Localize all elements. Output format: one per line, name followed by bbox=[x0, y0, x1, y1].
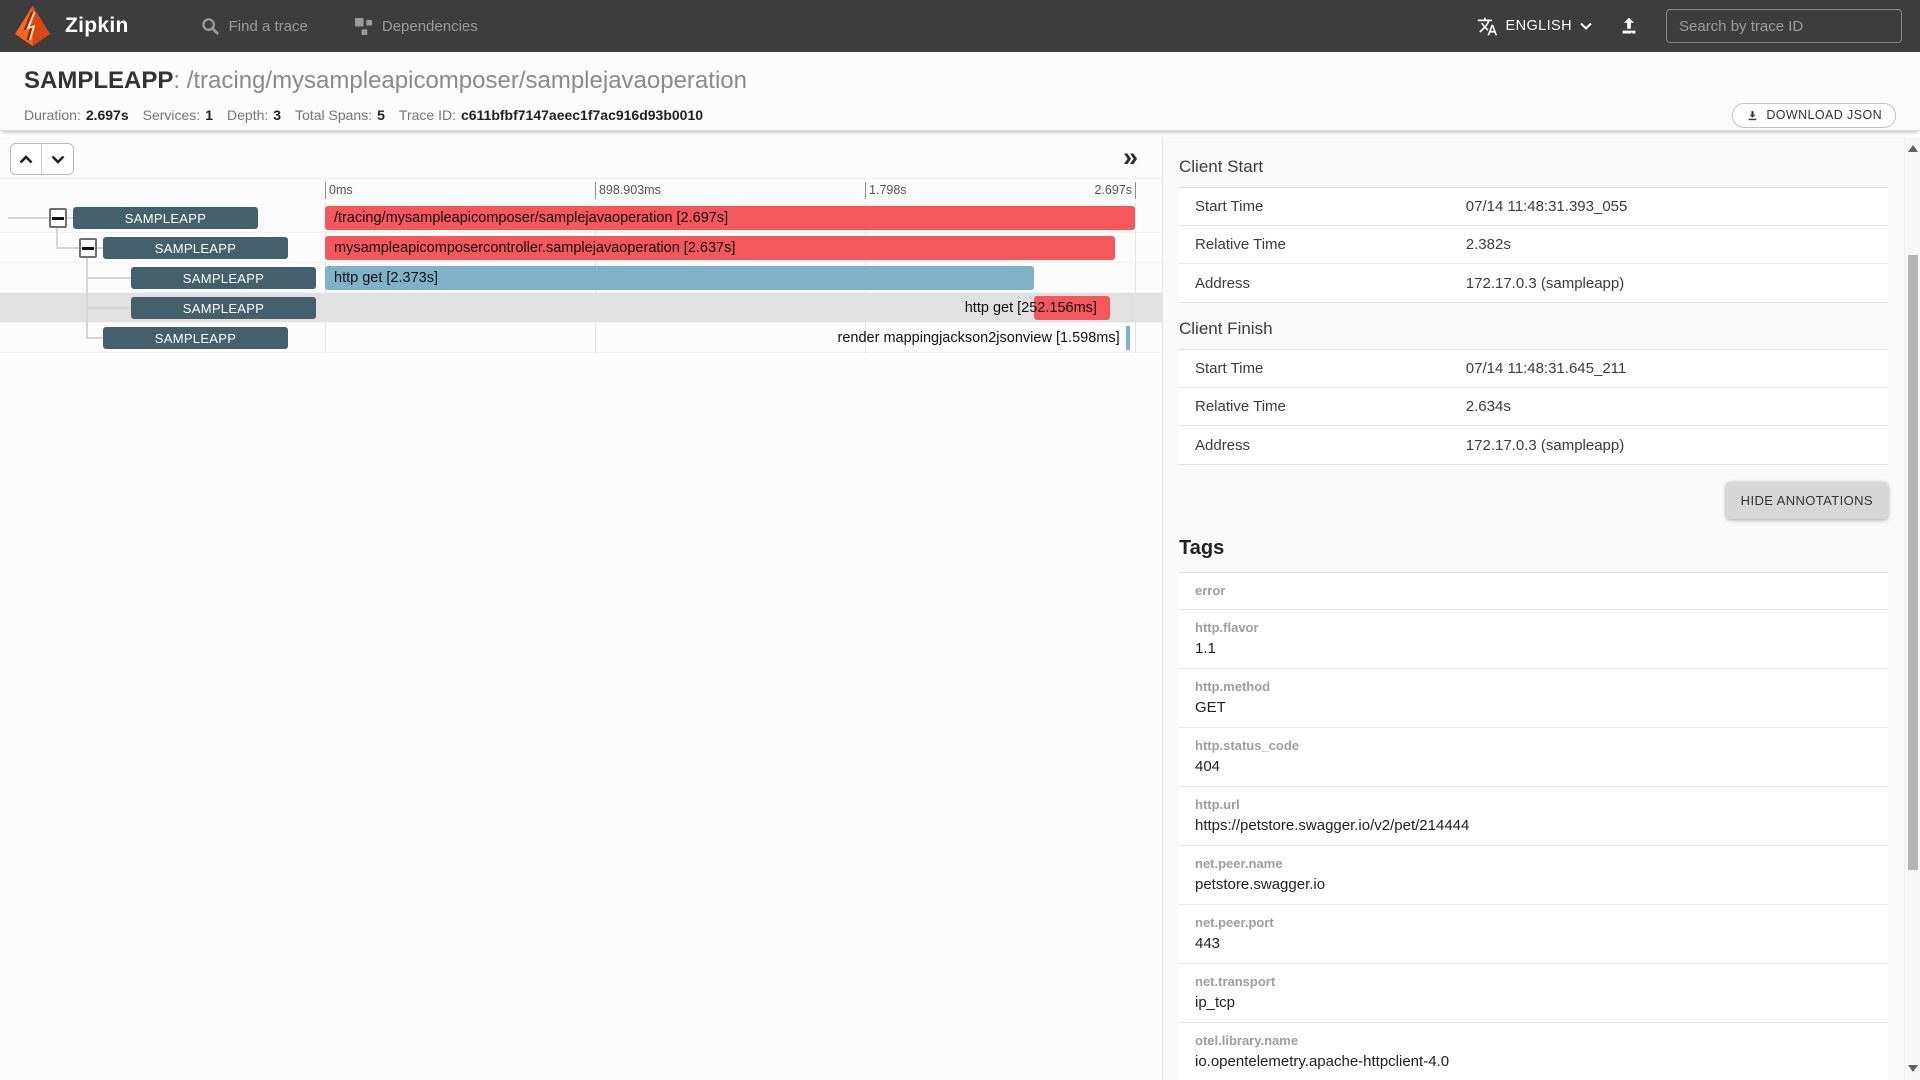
prev-span-button[interactable] bbox=[11, 144, 42, 174]
tag-row: error bbox=[1179, 573, 1888, 610]
collapse-toggle-icon[interactable] bbox=[79, 238, 97, 258]
title-service-name: SAMPLEAPP bbox=[24, 67, 173, 94]
chevron-down-icon bbox=[1580, 22, 1592, 30]
span-row[interactable]: SAMPLEAPP mysampleapicomposercontroller.… bbox=[0, 233, 1162, 263]
detail-row: Relative Time2.382s bbox=[1179, 226, 1888, 264]
brand-name: Zipkin bbox=[65, 14, 129, 38]
collapse-toggle-icon[interactable] bbox=[49, 208, 67, 228]
service-badge[interactable]: SAMPLEAPP bbox=[103, 327, 288, 349]
timeline-ruler: 0ms 898.903ms 1.798s 2.697s bbox=[0, 179, 1162, 203]
nav-find-a-trace[interactable]: Find a trace bbox=[201, 17, 308, 36]
service-badge[interactable]: SAMPLEAPP bbox=[131, 297, 316, 319]
stat-services: Services:1 bbox=[143, 107, 213, 123]
nav-dependencies-label: Dependencies bbox=[382, 18, 478, 35]
tag-row: net.peer.namepetstore.swagger.io bbox=[1179, 846, 1888, 905]
search-icon bbox=[201, 17, 220, 36]
nav-dependencies[interactable]: Dependencies bbox=[354, 17, 478, 36]
client-start-card: Start Time07/14 11:48:31.393_055 Relativ… bbox=[1179, 187, 1888, 303]
tag-row: http.status_code404 bbox=[1179, 728, 1888, 787]
detail-row: Address172.17.0.3 (sampleapp) bbox=[1179, 426, 1888, 464]
trace-stats-bar: Duration:2.697s Services:1 Depth:3 Total… bbox=[0, 104, 1920, 131]
upload-icon[interactable] bbox=[1618, 15, 1640, 37]
next-span-button[interactable] bbox=[42, 144, 73, 174]
span-row-selected[interactable]: SAMPLEAPP http get [252.156ms] bbox=[0, 293, 1162, 323]
span-bar[interactable]: mysampleapicomposercontroller.samplejava… bbox=[325, 236, 1115, 260]
stat-trace-id: Trace ID:c611bfbf7147aeec1f7ac916d93b001… bbox=[399, 107, 703, 123]
span-rows: SAMPLEAPP /tracing/mysampleapicomposer/s… bbox=[0, 203, 1162, 353]
ruler-tick: 0ms bbox=[329, 183, 353, 197]
tree-connector bbox=[56, 227, 58, 248]
nav-find-a-trace-label: Find a trace bbox=[229, 18, 308, 35]
span-bar[interactable] bbox=[1126, 326, 1130, 350]
service-badge[interactable]: SAMPLEAPP bbox=[131, 267, 316, 289]
scrollbar-thumb[interactable] bbox=[1908, 255, 1918, 870]
span-row[interactable]: SAMPLEAPP http get [2.373s] bbox=[0, 263, 1162, 293]
scroll-down-icon[interactable] bbox=[1908, 1065, 1918, 1072]
scroll-up-icon[interactable] bbox=[1908, 145, 1918, 152]
trace-header: SAMPLEAPP: /tracing/mysampleapicomposer/… bbox=[0, 52, 1920, 131]
detail-row: Relative Time2.634s bbox=[1179, 388, 1888, 426]
span-bar-label: http get [252.156ms] bbox=[965, 296, 1097, 320]
top-navbar: Zipkin Find a trace Dependencies E bbox=[0, 0, 1920, 52]
stat-total-spans: Total Spans:5 bbox=[295, 107, 385, 123]
language-label: ENGLISH bbox=[1506, 18, 1572, 34]
search-input[interactable] bbox=[1666, 9, 1902, 43]
tree-connector bbox=[86, 257, 88, 338]
title-operation: : /tracing/mysampleapicomposer/samplejav… bbox=[173, 67, 747, 94]
page-title: SAMPLEAPP: /tracing/mysampleapicomposer/… bbox=[0, 52, 1920, 104]
hide-annotations-button[interactable]: HIDE ANNOTATIONS bbox=[1726, 482, 1888, 519]
timeline-toolbar: » bbox=[0, 137, 1162, 179]
tag-row: otel.library.nameio.opentelemetry.apache… bbox=[1179, 1023, 1888, 1080]
panel-scrollbar[interactable] bbox=[1904, 137, 1920, 1080]
download-json-button[interactable]: DOWNLOAD JSON bbox=[1732, 103, 1896, 128]
tree-connector bbox=[86, 337, 103, 339]
timeline-pane: » 0ms 898.903ms 1.798s 2.697s bbox=[0, 137, 1162, 1080]
tag-row: net.peer.port443 bbox=[1179, 905, 1888, 964]
tree-connector bbox=[86, 307, 131, 309]
span-row[interactable]: SAMPLEAPP render mappingjackson2jsonview… bbox=[0, 323, 1162, 353]
tag-row: net.transportip_tcp bbox=[1179, 964, 1888, 1023]
tree-connector bbox=[86, 277, 131, 279]
tags-title: Tags bbox=[1179, 537, 1888, 560]
span-bar[interactable]: http get [2.373s] bbox=[325, 266, 1034, 290]
dependencies-graph-icon bbox=[354, 17, 373, 36]
collapse-detail-icon[interactable]: » bbox=[1123, 137, 1138, 177]
zipkin-brand[interactable]: Zipkin bbox=[14, 6, 129, 46]
section-title-client-start: Client Start bbox=[1179, 157, 1888, 177]
stat-depth: Depth:3 bbox=[227, 107, 281, 123]
translate-icon bbox=[1477, 16, 1498, 37]
language-selector[interactable]: ENGLISH bbox=[1477, 16, 1592, 37]
tag-row: http.methodGET bbox=[1179, 669, 1888, 728]
service-badge[interactable]: SAMPLEAPP bbox=[103, 237, 288, 259]
detail-row: Start Time07/14 11:48:31.645_211 bbox=[1179, 350, 1888, 388]
tag-row: http.urlhttps://petstore.swagger.io/v2/p… bbox=[1179, 787, 1888, 846]
detail-row: Address172.17.0.3 (sampleapp) bbox=[1179, 264, 1888, 302]
service-badge[interactable]: SAMPLEAPP bbox=[73, 207, 258, 229]
ruler-tick: 2.697s bbox=[1094, 183, 1132, 197]
span-row[interactable]: SAMPLEAPP /tracing/mysampleapicomposer/s… bbox=[0, 203, 1162, 233]
tags-card: error http.flavor1.1 http.methodGET http… bbox=[1179, 572, 1888, 1080]
span-detail-panel: Client Start Start Time07/14 11:48:31.39… bbox=[1162, 137, 1904, 1080]
zipkin-logo-icon bbox=[14, 6, 51, 46]
detail-row: Start Time07/14 11:48:31.393_055 bbox=[1179, 188, 1888, 226]
ruler-tick: 1.798s bbox=[869, 183, 907, 197]
span-bar-label: render mappingjackson2jsonview [1.598ms] bbox=[838, 326, 1120, 350]
ruler-tick: 898.903ms bbox=[599, 183, 661, 197]
section-title-client-finish: Client Finish bbox=[1179, 319, 1888, 339]
tag-row: http.flavor1.1 bbox=[1179, 610, 1888, 669]
span-bar[interactable]: /tracing/mysampleapicomposer/samplejavao… bbox=[325, 206, 1135, 230]
client-finish-card: Start Time07/14 11:48:31.645_211 Relativ… bbox=[1179, 349, 1888, 465]
stat-duration: Duration:2.697s bbox=[24, 107, 129, 123]
download-icon bbox=[1746, 109, 1759, 122]
span-nav-buttons bbox=[10, 143, 74, 175]
